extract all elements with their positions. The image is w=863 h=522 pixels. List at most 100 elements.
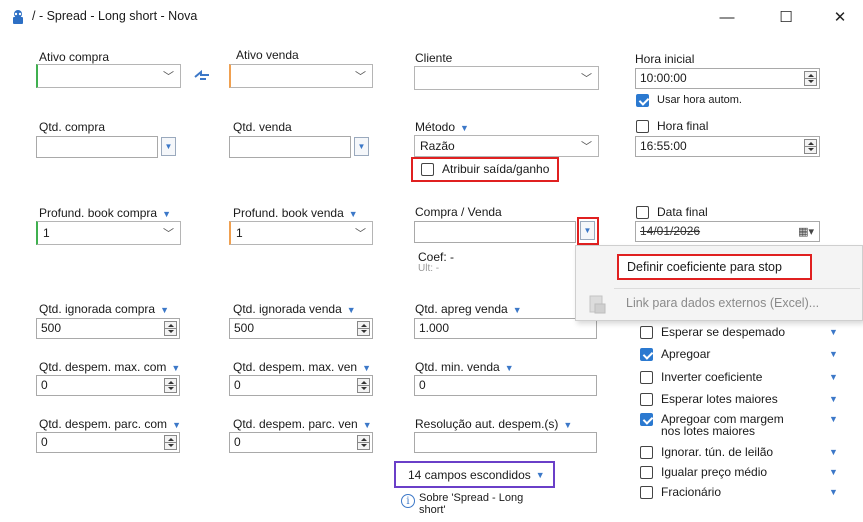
checkbox-icon xyxy=(636,120,649,133)
qtd-venda-input[interactable] xyxy=(229,136,351,158)
qtd-desperm-parc-ven-input[interactable]: 0 xyxy=(229,432,373,453)
app-logo-icon xyxy=(13,10,23,24)
resolucao-input[interactable] xyxy=(414,432,597,453)
qtd-desperm-max-com-label: Qtd. despem. max. com ▼ xyxy=(39,360,181,374)
profund-book-compra-combo[interactable]: 1 ﹀ xyxy=(36,221,181,245)
definir-coeficiente-menu-item[interactable]: Definir coeficiente para stop xyxy=(617,254,812,280)
option-esperar-lotes[interactable]: Esperar lotes maiores ▼ xyxy=(640,393,840,413)
qtd-compra-label: Qtd. compra xyxy=(39,120,106,134)
option-esperar-despemado[interactable]: Esperar se despemado ▼ xyxy=(640,326,840,348)
spinner-icon[interactable] xyxy=(357,435,370,450)
qtd-venda-dropdown-button[interactable]: ▼ xyxy=(354,137,369,156)
checkbox-icon xyxy=(421,163,434,176)
close-button[interactable]: ✕ xyxy=(817,0,863,34)
hidden-fields-button[interactable]: 14 campos escondidos ▼ xyxy=(394,461,555,488)
spinner-icon[interactable] xyxy=(357,321,370,336)
info-icon: i xyxy=(401,494,415,508)
chevron-down-icon: ▼ xyxy=(535,469,545,480)
qtd-desperm-max-com-input[interactable]: 0 xyxy=(36,375,180,396)
checkbox-checked-icon xyxy=(636,94,649,107)
spinner-icon[interactable] xyxy=(164,321,177,336)
chevron-down-icon: ﹀ xyxy=(163,71,174,83)
chevron-down-icon: ﹀ xyxy=(581,141,592,153)
qtd-compra-dropdown-button[interactable]: ▼ xyxy=(161,137,176,156)
qtd-ignorada-venda-input[interactable]: 500 xyxy=(229,318,373,339)
option-ignorar-tun[interactable]: Ignorar. tún. de leilão ▼ xyxy=(640,446,840,466)
qtd-ignorada-compra-label: Qtd. ignorada compra ▼ xyxy=(39,302,169,316)
hora-final-label: Hora final xyxy=(657,119,709,133)
chevron-down-icon: ▼ xyxy=(162,209,171,219)
link-dados-externos-menu-item[interactable]: Link para dados externos (Excel)... xyxy=(626,296,819,310)
qtd-desperm-parc-ven-label: Qtd. despem. parc. ven ▼ xyxy=(233,417,372,431)
qtd-desperm-max-ven-label: Qtd. despem. max. ven ▼ xyxy=(233,360,371,374)
ativo-compra-combo[interactable]: ﹀ xyxy=(36,64,181,88)
qtd-venda-label: Qtd. venda xyxy=(233,120,292,134)
swap-icon[interactable] xyxy=(193,68,211,82)
qtd-desperm-parc-com-input[interactable]: 0 xyxy=(36,432,180,453)
options-list: Esperar se despemado ▼ Apregoar ▼ Inverter… xyxy=(640,326,840,506)
maximize-button[interactable]: ☐ xyxy=(763,0,809,34)
spinner-icon[interactable] xyxy=(164,435,177,450)
compra-venda-input[interactable] xyxy=(414,221,576,243)
spinner-icon[interactable] xyxy=(164,378,177,393)
qtd-ignorada-venda-label: Qtd. ignorada venda ▼ xyxy=(233,302,356,316)
data-final-checkbox[interactable]: Data final xyxy=(636,206,708,219)
chevron-down-icon: ﹀ xyxy=(581,73,592,85)
spinner-icon[interactable] xyxy=(357,378,370,393)
option-igualar-preco[interactable]: Igualar preço médio ▼ xyxy=(640,466,840,486)
usar-hora-checkbox[interactable]: Usar hora autom. xyxy=(636,94,742,107)
qtd-desperm-max-ven-input[interactable]: 0 xyxy=(229,375,373,396)
option-apregoar-margem[interactable]: Apregoar com margem nos lotes maiores ▼ xyxy=(640,413,840,446)
hidden-fields-label: 14 campos escondidos xyxy=(408,467,531,482)
data-final-input[interactable]: 14/01/2026 ▦▾ xyxy=(635,221,820,242)
hora-final-input[interactable]: 16:55:00 xyxy=(635,136,820,157)
cliente-combo[interactable]: ﹀ xyxy=(414,66,599,90)
context-menu: Definir coeficiente para stop Link para … xyxy=(575,245,863,321)
resolucao-label: Resolução aut. despem.(s) ▼ xyxy=(415,417,573,431)
sobre-link[interactable]: Sobre 'Spread - Long short' xyxy=(419,492,549,516)
metodo-combo[interactable]: Razão ﹀ xyxy=(414,135,599,157)
menu-separator xyxy=(614,288,860,289)
profund-book-compra-label: Profund. book compra ▼ xyxy=(39,206,171,220)
ativo-compra-label: Ativo compra xyxy=(39,50,110,64)
profund-book-compra-value: 1 xyxy=(43,226,50,240)
data-final-label: Data final xyxy=(657,205,708,219)
option-apregoar[interactable]: Apregoar ▼ xyxy=(640,348,840,371)
profund-book-venda-value: 1 xyxy=(236,226,243,240)
ativo-venda-combo[interactable]: ﹀ xyxy=(229,64,373,88)
chevron-down-icon: ﹀ xyxy=(163,228,174,240)
spinner-icon[interactable] xyxy=(804,139,817,154)
compra-venda-dropdown-button[interactable]: ▼ xyxy=(580,221,595,240)
usar-hora-label: Usar hora autom. xyxy=(657,94,742,106)
profund-book-venda-combo[interactable]: 1 ﹀ xyxy=(229,221,373,245)
qtd-desperm-parc-com-label: Qtd. despem. parc. com ▼ xyxy=(39,417,181,431)
spinner-icon[interactable] xyxy=(804,71,817,86)
chevron-down-icon: ﹀ xyxy=(355,228,366,240)
document-link-icon xyxy=(589,295,606,314)
qtd-min-venda-input[interactable]: 0 xyxy=(414,375,597,396)
atribuir-checkbox[interactable]: Atribuir saída/ganho xyxy=(421,163,549,176)
hora-inicial-input[interactable]: 10:00:00 xyxy=(635,68,820,89)
compra-venda-label: Compra / Venda xyxy=(415,205,502,219)
qtd-apreg-venda-input[interactable]: 1.000 xyxy=(414,318,597,339)
option-fracionario[interactable]: Fracionário ▼ xyxy=(640,486,840,506)
coef-label: Coef: - xyxy=(418,250,455,264)
minimize-button[interactable]: — xyxy=(704,0,750,34)
ativo-venda-label: Ativo venda xyxy=(236,48,299,62)
qtd-ignorada-compra-input[interactable]: 500 xyxy=(36,318,180,339)
qtd-min-venda-label: Qtd. min. venda ▼ xyxy=(415,360,514,374)
chevron-down-icon: ﹀ xyxy=(355,71,366,83)
qtd-compra-input[interactable] xyxy=(36,136,158,158)
calendar-icon[interactable]: ▦▾ xyxy=(798,223,814,242)
hora-final-checkbox[interactable]: Hora final xyxy=(636,120,708,133)
option-inverter-coeficiente[interactable]: Inverter coeficiente ▼ xyxy=(640,371,840,393)
ult-label: Ult: - xyxy=(418,263,440,274)
profund-book-venda-label: Profund. book venda ▼ xyxy=(233,206,358,220)
window-title: / - Spread - Long short - Nova xyxy=(32,9,198,23)
metodo-value: Razão xyxy=(420,139,455,153)
metodo-label: Método ▼ xyxy=(415,120,469,134)
atribuir-label: Atribuir saída/ganho xyxy=(442,162,550,176)
cliente-label: Cliente xyxy=(415,51,453,65)
checkbox-icon xyxy=(636,206,649,219)
hora-inicial-label: Hora inicial xyxy=(635,52,695,66)
